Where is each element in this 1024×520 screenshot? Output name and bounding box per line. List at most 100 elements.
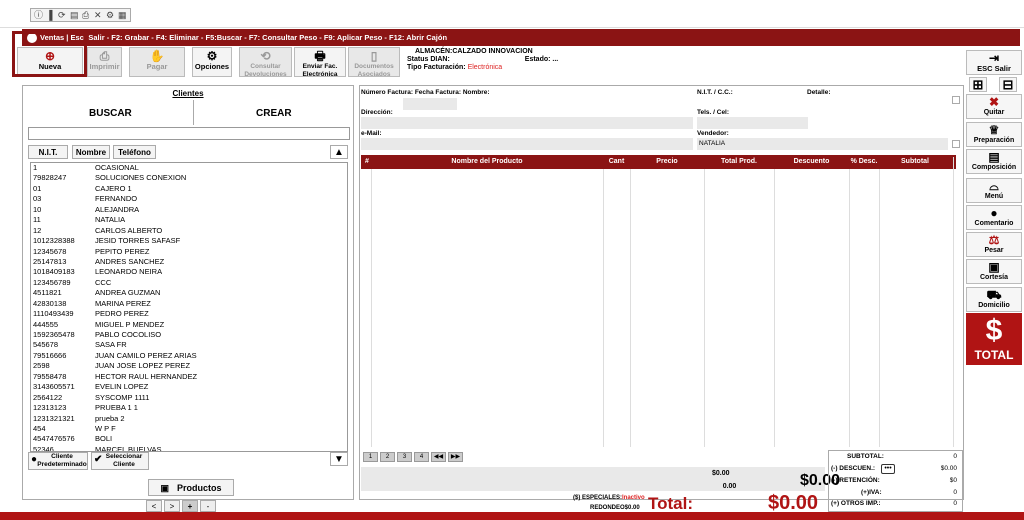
client-row[interactable]: 11 NATALIA [31,215,347,225]
client-row[interactable]: 03 FERNANDO [31,194,347,204]
client-row[interactable]: 1012328388 JESID TORRES SAFASF [31,236,347,246]
client-row[interactable]: 79828247 SOLUCIONES CONEXION [31,173,347,183]
scroll-up-button[interactable]: ▲ [330,145,348,159]
tels-field[interactable] [697,117,808,129]
prev-button[interactable]: < [146,500,162,512]
client-row[interactable]: 2598 JUAN JOSE LOPEZ PEREZ [31,361,347,371]
client-row[interactable]: 454 W P F [31,424,347,434]
client-row[interactable]: 1 OCASIONAL [31,163,347,173]
menu-button[interactable]: ⌓ Menú [966,178,1022,203]
page-3-button[interactable]: 3 [397,452,412,462]
client-row[interactable]: 1018409183 LEONARDO NEIRA [31,267,347,277]
client-row[interactable]: 1231321321 prueba 2 [31,414,347,424]
page-4-button[interactable]: 4 [414,452,429,462]
productos-button[interactable]: ▣ Productos [148,479,234,496]
seleccionar-cliente-button[interactable]: ✔ Seleccionar Cliente [91,452,149,470]
client-row[interactable]: 12313123 PRUEBA 1 1 [31,403,347,413]
documentos-asociados-button[interactable]: ▯ Documentos Asociados [348,47,400,78]
quitar-label: Quitar [983,109,1005,116]
client-row[interactable]: 3143605571 EVELIN LOPEZ [31,382,347,392]
settings-icon[interactable]: ⚙ [106,10,115,20]
clients-list[interactable]: 1 OCASIONAL 79828247 SOLUCIONES CONEXION 01 C… [30,162,348,452]
preparacion-button[interactable]: ♕ Preparación [966,122,1022,147]
client-row[interactable]: 1110493439 PEDRO PEREZ [31,309,347,319]
almacen-value: CALZADO INNOVACION [452,48,533,55]
page-2-button[interactable]: 2 [380,452,395,462]
client-row[interactable]: 10 ALEJANDRA [31,205,347,215]
grid-scrollbar[interactable] [953,157,963,447]
domicilio-button[interactable]: ⛟ Domicilio [966,287,1022,312]
client-name: EVELIN LOPEZ [95,382,149,392]
plus-button[interactable]: + [182,500,198,512]
client-row[interactable]: 444555 MIGUEL P MENDEZ [31,320,347,330]
comentario-button[interactable]: ● Comentario [966,205,1022,230]
esc-salir-button[interactable]: ⇥ ESC Salir [966,50,1022,75]
detalle-scroll[interactable] [952,96,960,104]
client-name: SASA FR [95,340,127,350]
subtotal-value: 0 [953,453,957,460]
composicion-button[interactable]: ▤ Composición [966,149,1022,174]
client-row[interactable]: 1592365478 PABLO COCOLISO [31,330,347,340]
report-icon[interactable]: ▤ [70,10,79,20]
cliente-predeterminado-button[interactable]: ● Cliente Predeterminado [28,452,88,470]
add-button[interactable]: ⊞ [969,77,987,92]
enviar-factura-button[interactable]: 🖶 Enviar Fac. Electrónica [294,47,346,78]
client-row[interactable]: 4511821 ANDREA GUZMAN [31,288,347,298]
client-row[interactable]: 123456789 CCC [31,278,347,288]
quitar-button[interactable]: ✖ Quitar [966,94,1022,119]
grid-line [630,169,631,447]
direccion-label: Dirección: [361,109,393,116]
imprimir-button[interactable]: ⎙ Imprimir [87,47,122,77]
client-row[interactable]: 12345678 PEPITO PEREZ [31,247,347,257]
print-icon[interactable]: ⎙ [82,10,91,20]
cortesia-button[interactable]: ▣ Cortesía [966,259,1022,284]
remove-button[interactable]: ⊟ [999,77,1017,92]
next-button[interactable]: > [164,500,180,512]
tab-clientes[interactable]: Clientes [22,89,354,98]
numero-field[interactable] [403,98,457,110]
first-page-button[interactable]: ◀◀ [431,452,446,462]
opciones-button[interactable]: ⚙ Opciones [192,47,232,77]
pagar-button[interactable]: ✋ Pagar [129,47,185,77]
sync-icon[interactable]: ⟳ [58,10,67,20]
total-button[interactable]: $ TOTAL [966,313,1022,365]
client-row[interactable]: 79558478 HECTOR RAUL HERNANDEZ [31,372,347,382]
iva-label: (+)IVA: [861,489,882,496]
vendedor-field[interactable]: NATALIA [697,138,948,150]
crear-button[interactable]: CREAR [256,108,292,119]
col-nit[interactable]: N.I.T. [28,145,68,159]
client-row[interactable]: 42830138 MARINA PEREZ [31,299,347,309]
client-row[interactable]: 2564122 SYSCOMP 1111 [31,393,347,403]
client-row[interactable]: 545678 SASA FR [31,340,347,350]
last-page-button[interactable]: ▶▶ [448,452,463,462]
client-row[interactable]: 01 CAJERO 1 [31,184,347,194]
pesar-button[interactable]: ⚖ Pesar [966,232,1022,257]
tools-icon[interactable]: ✕ [94,10,103,20]
table-icon[interactable]: ▦ [118,10,127,20]
client-row[interactable]: 12 CARLOS ALBERTO [31,226,347,236]
col-nombre[interactable]: Nombre [72,145,110,159]
client-row[interactable]: 4547476576 BOLI [31,434,347,444]
search-input[interactable] [28,127,350,140]
book-icon[interactable]: ▐ [46,10,55,20]
col-telefono[interactable]: Teléfono [113,145,156,159]
retencion-value: $0 [949,477,957,484]
more-icon[interactable]: ••• [881,464,895,474]
page-1-button[interactable]: 1 [363,452,378,462]
scroll-down-button[interactable]: ▼ [330,452,348,466]
consultar-devoluciones-button[interactable]: ⟲ Consultar Devoluciones [239,47,292,78]
buscar-button[interactable]: BUSCAR [89,108,132,119]
info-icon[interactable]: ⓘ [34,10,43,20]
client-row[interactable]: 52346 MARCEL BUELVAS [31,445,347,451]
vendedor-scroll[interactable] [952,140,960,148]
direccion-field[interactable] [361,117,693,129]
otros-value: 0 [953,500,957,507]
client-row[interactable]: 79516666 JUAN CAMILO PEREZ ARIAS [31,351,347,361]
client-row[interactable]: 25147813 ANDRES SANCHEZ [31,257,347,267]
icon-strip: ⓘ ▐ ⟳ ▤ ⎙ ✕ ⚙ ▦ [30,8,131,22]
client-name: PRUEBA 1 1 [95,403,138,413]
email-field[interactable] [361,138,693,150]
minus-button[interactable]: - [200,500,216,512]
client-nit: 79828247 [33,173,67,183]
descuento-row: (-) DESCUEN.: ••• $0.00 [831,464,959,474]
